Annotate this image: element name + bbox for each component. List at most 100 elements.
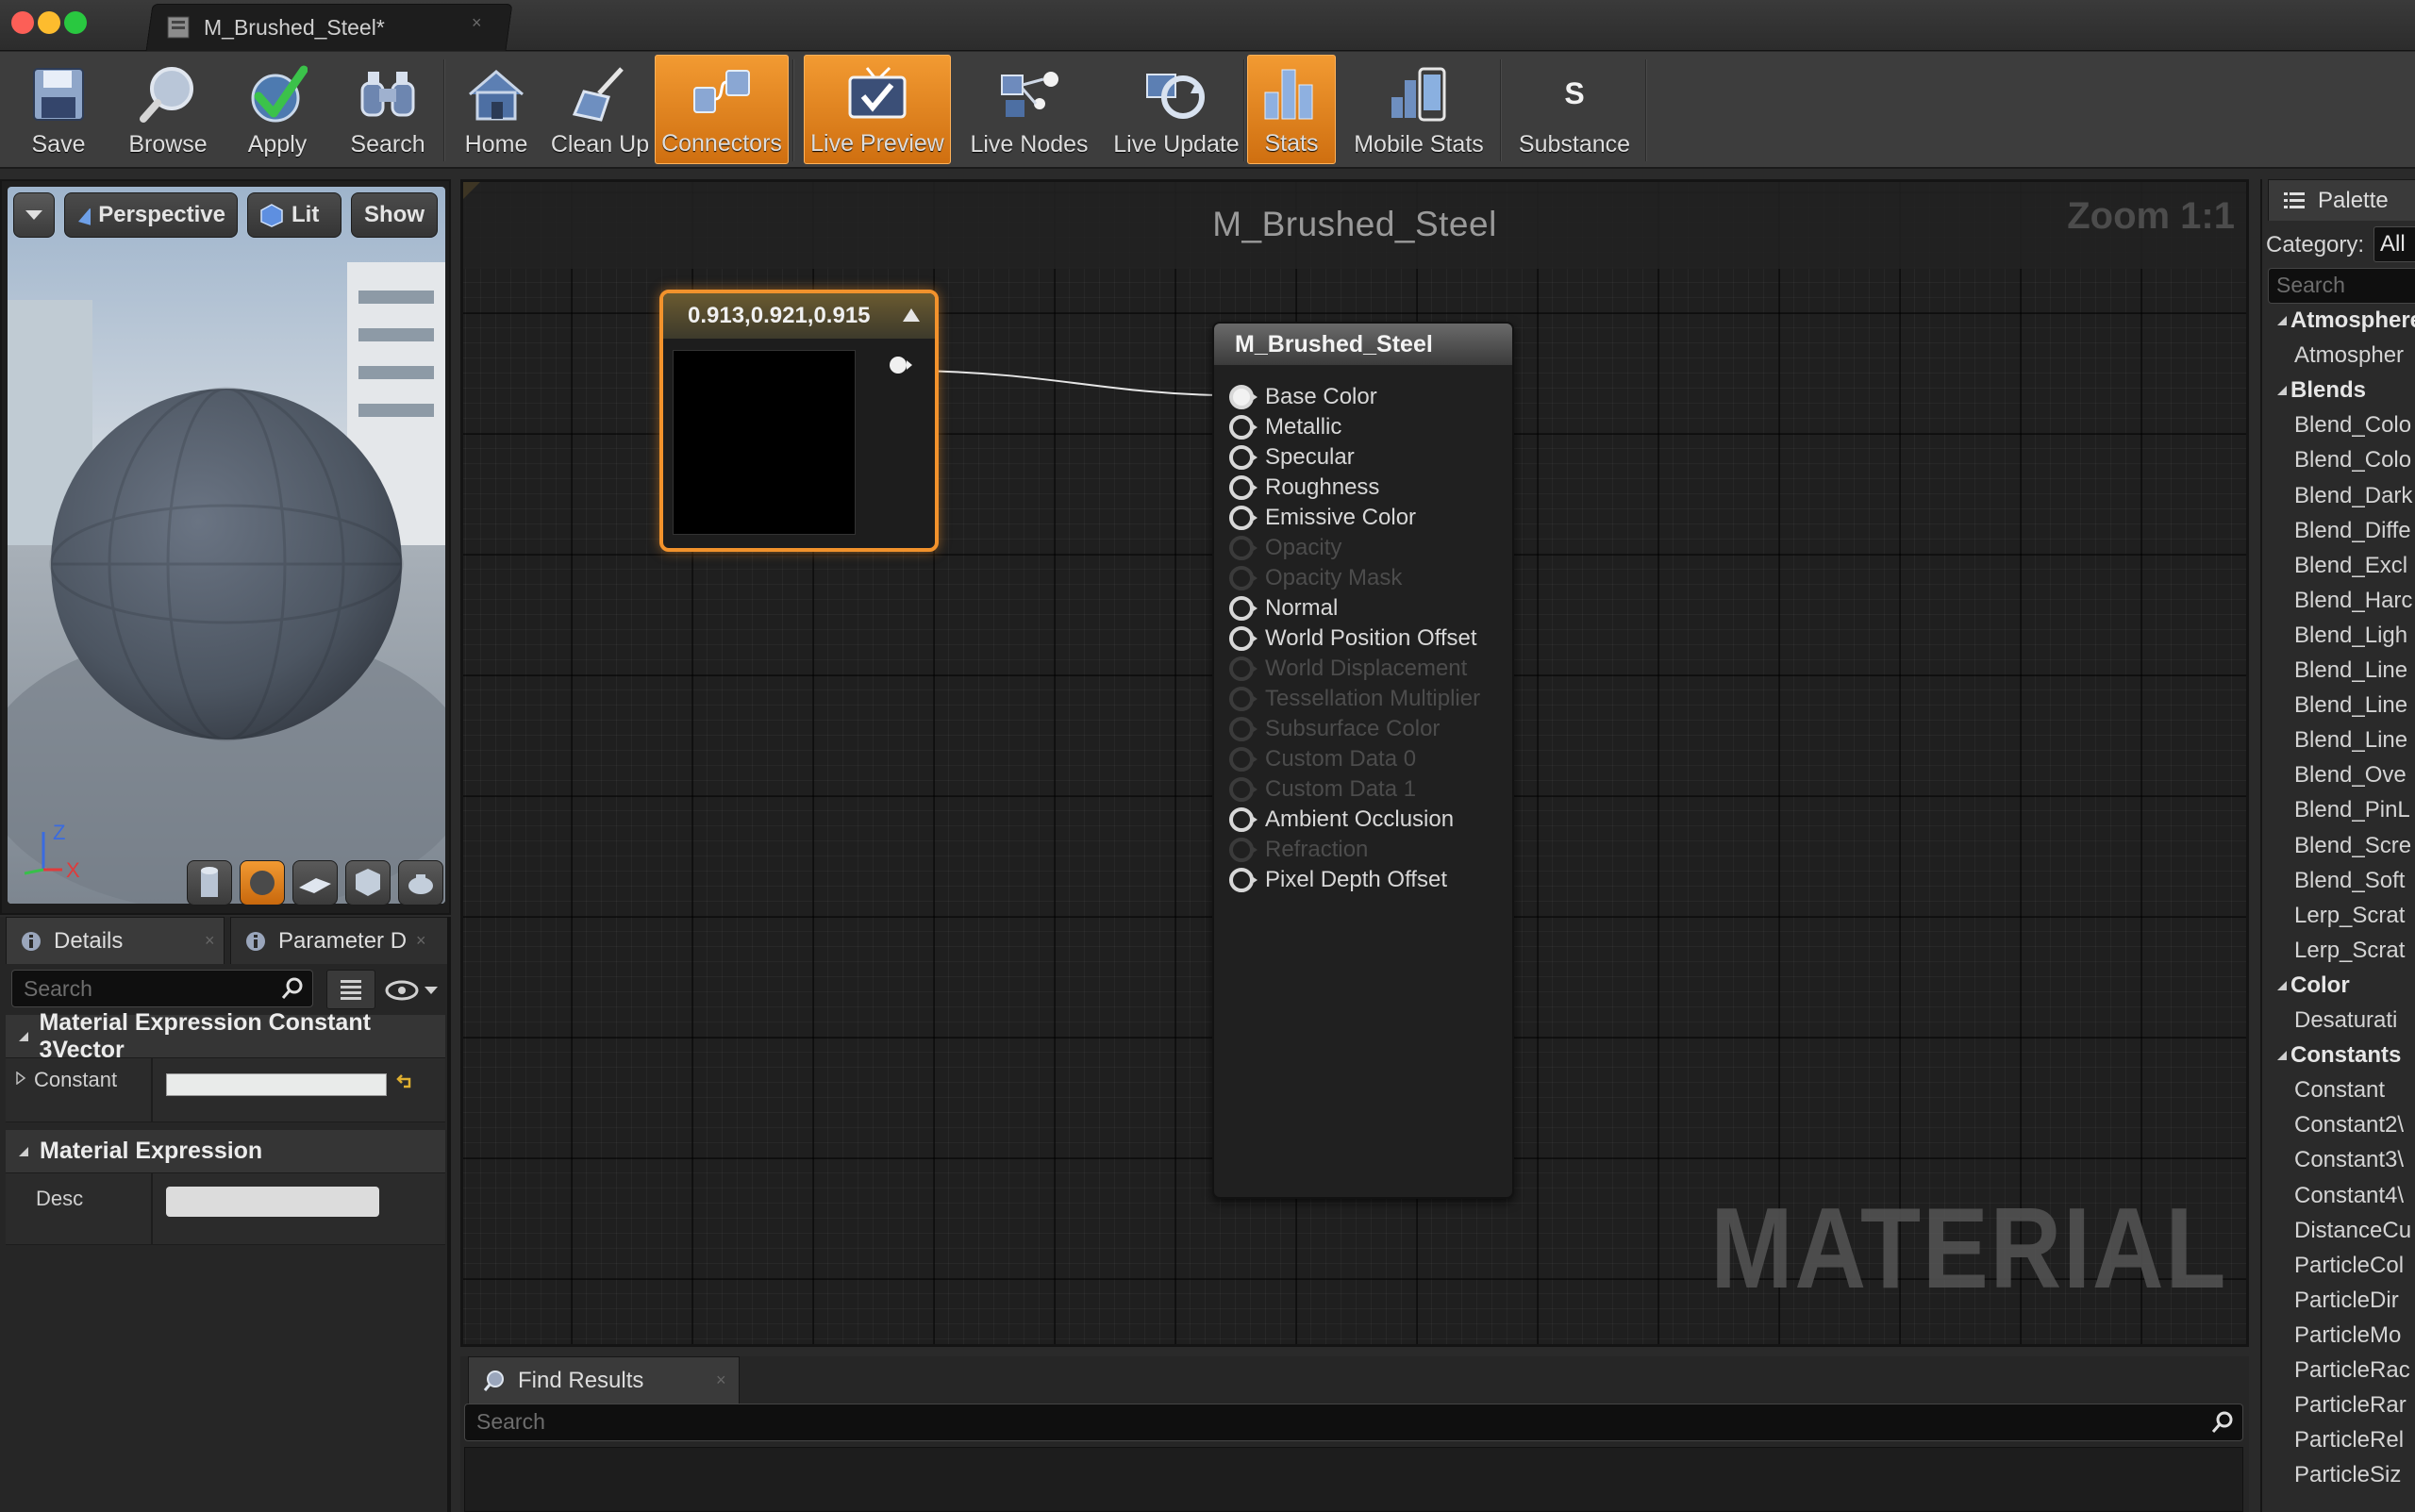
viewport-options-dropdown[interactable] <box>13 192 55 238</box>
palette-item[interactable]: Lerp_Scrat <box>2294 903 2405 929</box>
show-button[interactable]: Show <box>351 192 438 238</box>
palette-category[interactable]: Color <box>2275 972 2350 999</box>
live-update-button[interactable]: Live Update <box>1106 55 1247 164</box>
apply-label: Apply <box>247 131 308 158</box>
clean-up-button[interactable]: Clean Up <box>547 55 653 164</box>
constant-color-swatch[interactable] <box>166 1073 387 1096</box>
property-matrix-button[interactable] <box>326 970 375 1009</box>
category-constant-3vector[interactable]: Material Expression Constant 3Vector <box>6 1009 445 1063</box>
maximize-window-button[interactable] <box>64 11 87 34</box>
palette-item[interactable]: Constant2\ <box>2294 1112 2404 1138</box>
close-icon[interactable]: × <box>205 931 215 951</box>
palette-item[interactable]: Blend_Line <box>2294 727 2407 754</box>
palette-item[interactable]: Lerp_Scrat <box>2294 938 2405 964</box>
find-results-search-input[interactable]: Search <box>464 1404 2243 1441</box>
palette-search-input[interactable]: Search <box>2268 268 2415 304</box>
connectors-icon <box>689 60 755 126</box>
close-icon[interactable]: × <box>416 931 426 951</box>
substance-button[interactable]: S Substance <box>1506 55 1643 164</box>
palette-item[interactable]: Blend_PinL <box>2294 797 2410 823</box>
palette-item[interactable]: ParticleRar <box>2294 1392 2407 1419</box>
document-tab-content[interactable]: M_Brushed_Steel* <box>162 6 502 49</box>
details-search-placeholder: Search <box>24 976 92 1001</box>
tab-close-icon[interactable]: × <box>472 13 482 33</box>
palette-category[interactable]: Constants <box>2275 1042 2401 1069</box>
reset-to-default-icon[interactable] <box>396 1073 413 1092</box>
palette-item[interactable]: Blend_Colo <box>2294 447 2411 474</box>
palette-item[interactable]: Blend_Excl <box>2294 553 2407 579</box>
palette-item[interactable]: Blend_Scre <box>2294 833 2411 859</box>
list-icon <box>2284 191 2305 208</box>
connectors-button[interactable]: Connectors <box>655 55 789 164</box>
collapse-arrow-icon[interactable] <box>901 307 922 324</box>
preview-viewport[interactable] <box>8 187 445 904</box>
palette-item[interactable]: Constant <box>2294 1077 2385 1104</box>
lit-mode-button[interactable]: Lit <box>247 192 341 238</box>
palette-category-label: Category: <box>2266 232 2365 258</box>
palette-item[interactable]: ParticleRac <box>2294 1357 2410 1384</box>
toolbar-separator <box>1500 59 1502 161</box>
palette-item[interactable]: Blend_Diffe <box>2294 518 2411 544</box>
tab-parameter-defaults[interactable]: Parameter D × <box>230 917 451 964</box>
browse-button[interactable]: Browse <box>113 55 223 164</box>
stats-button[interactable]: Stats <box>1247 55 1336 164</box>
palette-category-dropdown[interactable]: All <box>2373 226 2415 262</box>
palette-item[interactable]: Atmospher <box>2294 342 2404 369</box>
material-result-node[interactable]: M_Brushed_Steel Base Color Metallic Spec… <box>1212 322 1514 1199</box>
home-button[interactable]: Home <box>447 55 545 164</box>
pin-label: World Displacement <box>1265 656 1468 681</box>
tab-palette[interactable]: Palette <box>2268 179 2415 221</box>
constant-output-pin[interactable] <box>888 354 914 376</box>
preview-cube-button[interactable] <box>345 860 391 906</box>
tab-details[interactable]: Details × <box>6 917 225 964</box>
palette-item[interactable]: Desaturati <box>2294 1007 2397 1034</box>
tab-find-results[interactable]: Find Results × <box>468 1356 740 1404</box>
close-icon[interactable]: × <box>716 1371 726 1390</box>
chevron-down-icon <box>25 210 42 220</box>
palette-item[interactable]: ParticleDir <box>2294 1288 2399 1314</box>
minimize-window-button[interactable] <box>38 11 60 34</box>
palette-item[interactable]: Blend_Dark <box>2294 483 2412 509</box>
expand-triangle-icon[interactable] <box>15 1072 26 1085</box>
panel-divider[interactable] <box>447 917 451 1512</box>
mobile-stats-button[interactable]: Mobile Stats <box>1340 55 1498 164</box>
details-search-input[interactable]: Search <box>11 970 313 1007</box>
view-options-button[interactable] <box>381 973 443 1007</box>
palette-item[interactable]: ParticleCol <box>2294 1253 2404 1279</box>
spacer <box>6 1122 445 1130</box>
palette-entry-label: ParticleCol <box>2294 1252 2405 1278</box>
preview-custom-mesh-button[interactable] <box>398 860 443 906</box>
palette-item[interactable]: ParticleMo <box>2294 1322 2401 1349</box>
search-button[interactable]: Search <box>332 55 443 164</box>
palette-item[interactable]: Constant4\ <box>2294 1183 2404 1209</box>
palette-item[interactable]: Blend_Ove <box>2294 762 2407 789</box>
material-graph[interactable]: M_Brushed_Steel Zoom 1:1 MATERIAL 0.913,… <box>460 179 2249 1347</box>
palette-category[interactable]: Blends <box>2275 377 2366 404</box>
perspective-button[interactable]: Perspective <box>64 192 238 238</box>
preview-cylinder-button[interactable] <box>187 860 232 906</box>
preview-sphere-button[interactable] <box>240 860 285 906</box>
palette-item[interactable]: ParticleSiz <box>2294 1462 2401 1488</box>
live-preview-button[interactable]: Live Preview <box>804 55 951 164</box>
palette-item[interactable]: DistanceCu <box>2294 1218 2411 1244</box>
preview-plane-button[interactable] <box>292 860 338 906</box>
live-nodes-button[interactable]: Live Nodes <box>955 55 1104 164</box>
desc-input[interactable] <box>166 1187 379 1217</box>
palette-item[interactable]: Blend_Harc <box>2294 588 2412 614</box>
close-window-button[interactable] <box>11 11 34 34</box>
palette-item[interactable]: Constant3\ <box>2294 1147 2404 1173</box>
pin-pixel-depth-offset[interactable]: Pixel Depth Offset <box>1229 861 1447 899</box>
collapse-triangle-icon <box>2277 1051 2287 1061</box>
save-button[interactable]: Save <box>6 55 111 164</box>
apply-button[interactable]: Apply <box>225 55 330 164</box>
palette-item[interactable]: Blend_Ligh <box>2294 623 2407 649</box>
palette-item[interactable]: Blend_Line <box>2294 692 2407 719</box>
category-material-expression[interactable]: Material Expression <box>6 1130 445 1173</box>
palette-item[interactable]: Blend_Colo <box>2294 412 2411 439</box>
constant-3vector-node[interactable]: 0.913,0.921,0.915 <box>659 290 939 552</box>
palette-item[interactable]: ParticleRel <box>2294 1427 2404 1454</box>
search-icon <box>2211 1411 2233 1433</box>
palette-category[interactable]: Atmosphere <box>2275 307 2415 334</box>
palette-item[interactable]: Blend_Soft <box>2294 868 2405 894</box>
palette-item[interactable]: Blend_Line <box>2294 657 2407 684</box>
